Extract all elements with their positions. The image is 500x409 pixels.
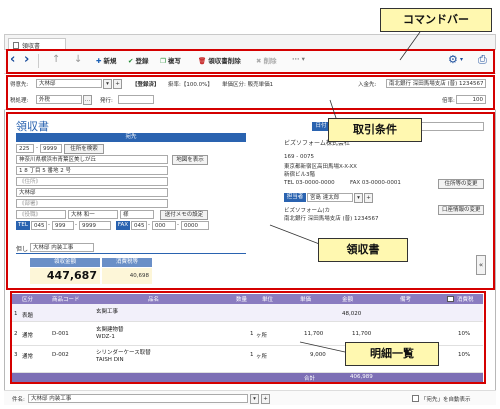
callout-conditions: 取引条件 (328, 118, 422, 142)
callout-command-bar: コマンドバー (380, 8, 492, 32)
callout-receipt: 領収書 (318, 238, 408, 262)
callout-details: 明細一覧 (345, 342, 439, 366)
